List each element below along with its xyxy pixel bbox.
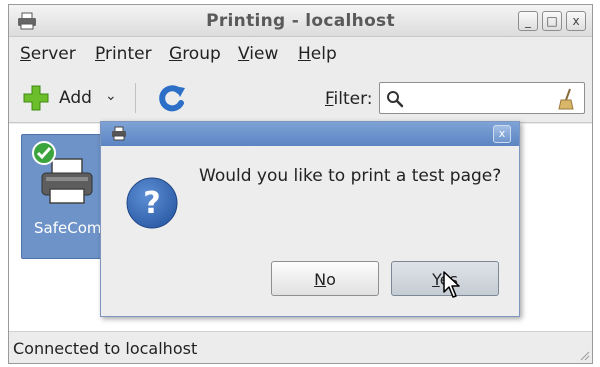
no-button[interactable]: No [271,261,379,296]
add-plus-icon [23,85,49,111]
title-bar[interactable]: Printing - localhost _ □ x [9,5,592,37]
refresh-icon[interactable] [155,83,189,113]
toolbar-separator [135,83,136,113]
toolbar: Add ⌄ Filter: [9,71,592,123]
filter-label: Filter: [325,89,373,109]
dialog-close-button[interactable]: x [493,125,511,143]
menu-help[interactable]: Help [298,44,337,64]
menu-printer[interactable]: Printer [95,44,152,64]
clear-broom-icon[interactable] [556,87,576,111]
search-icon [387,91,404,108]
filter-field [379,82,585,114]
menu-view[interactable]: View [238,44,278,64]
status-bar: Connected to localhost [9,331,592,363]
printer-tile-safecom[interactable]: SafeCom [21,134,109,259]
filter-input[interactable] [406,86,556,110]
menu-group[interactable]: Group [169,44,221,64]
menu-bar: Server Printer Group View Help [9,38,592,70]
resize-grip-icon[interactable] [578,349,590,361]
printer-name: SafeCom [34,219,102,237]
add-button-label: Add [59,88,92,108]
status-text: Connected to localhost [13,339,198,358]
window-title: Printing - localhost [206,11,395,31]
svg-text:?: ? [143,186,160,221]
question-icon: ? [126,177,178,229]
close-button[interactable]: x [566,11,586,31]
chevron-down-icon[interactable]: ⌄ [105,88,117,104]
maximize-button[interactable]: □ [542,11,562,31]
dialog-title-bar[interactable]: x [101,122,519,146]
menu-server[interactable]: Server [20,44,76,64]
default-check-icon [32,141,56,165]
mouse-pointer-icon [443,271,460,298]
dialog-message: Would you like to print a test page? [199,166,502,186]
printer-icon [112,126,126,141]
minimize-button[interactable]: _ [518,11,538,31]
